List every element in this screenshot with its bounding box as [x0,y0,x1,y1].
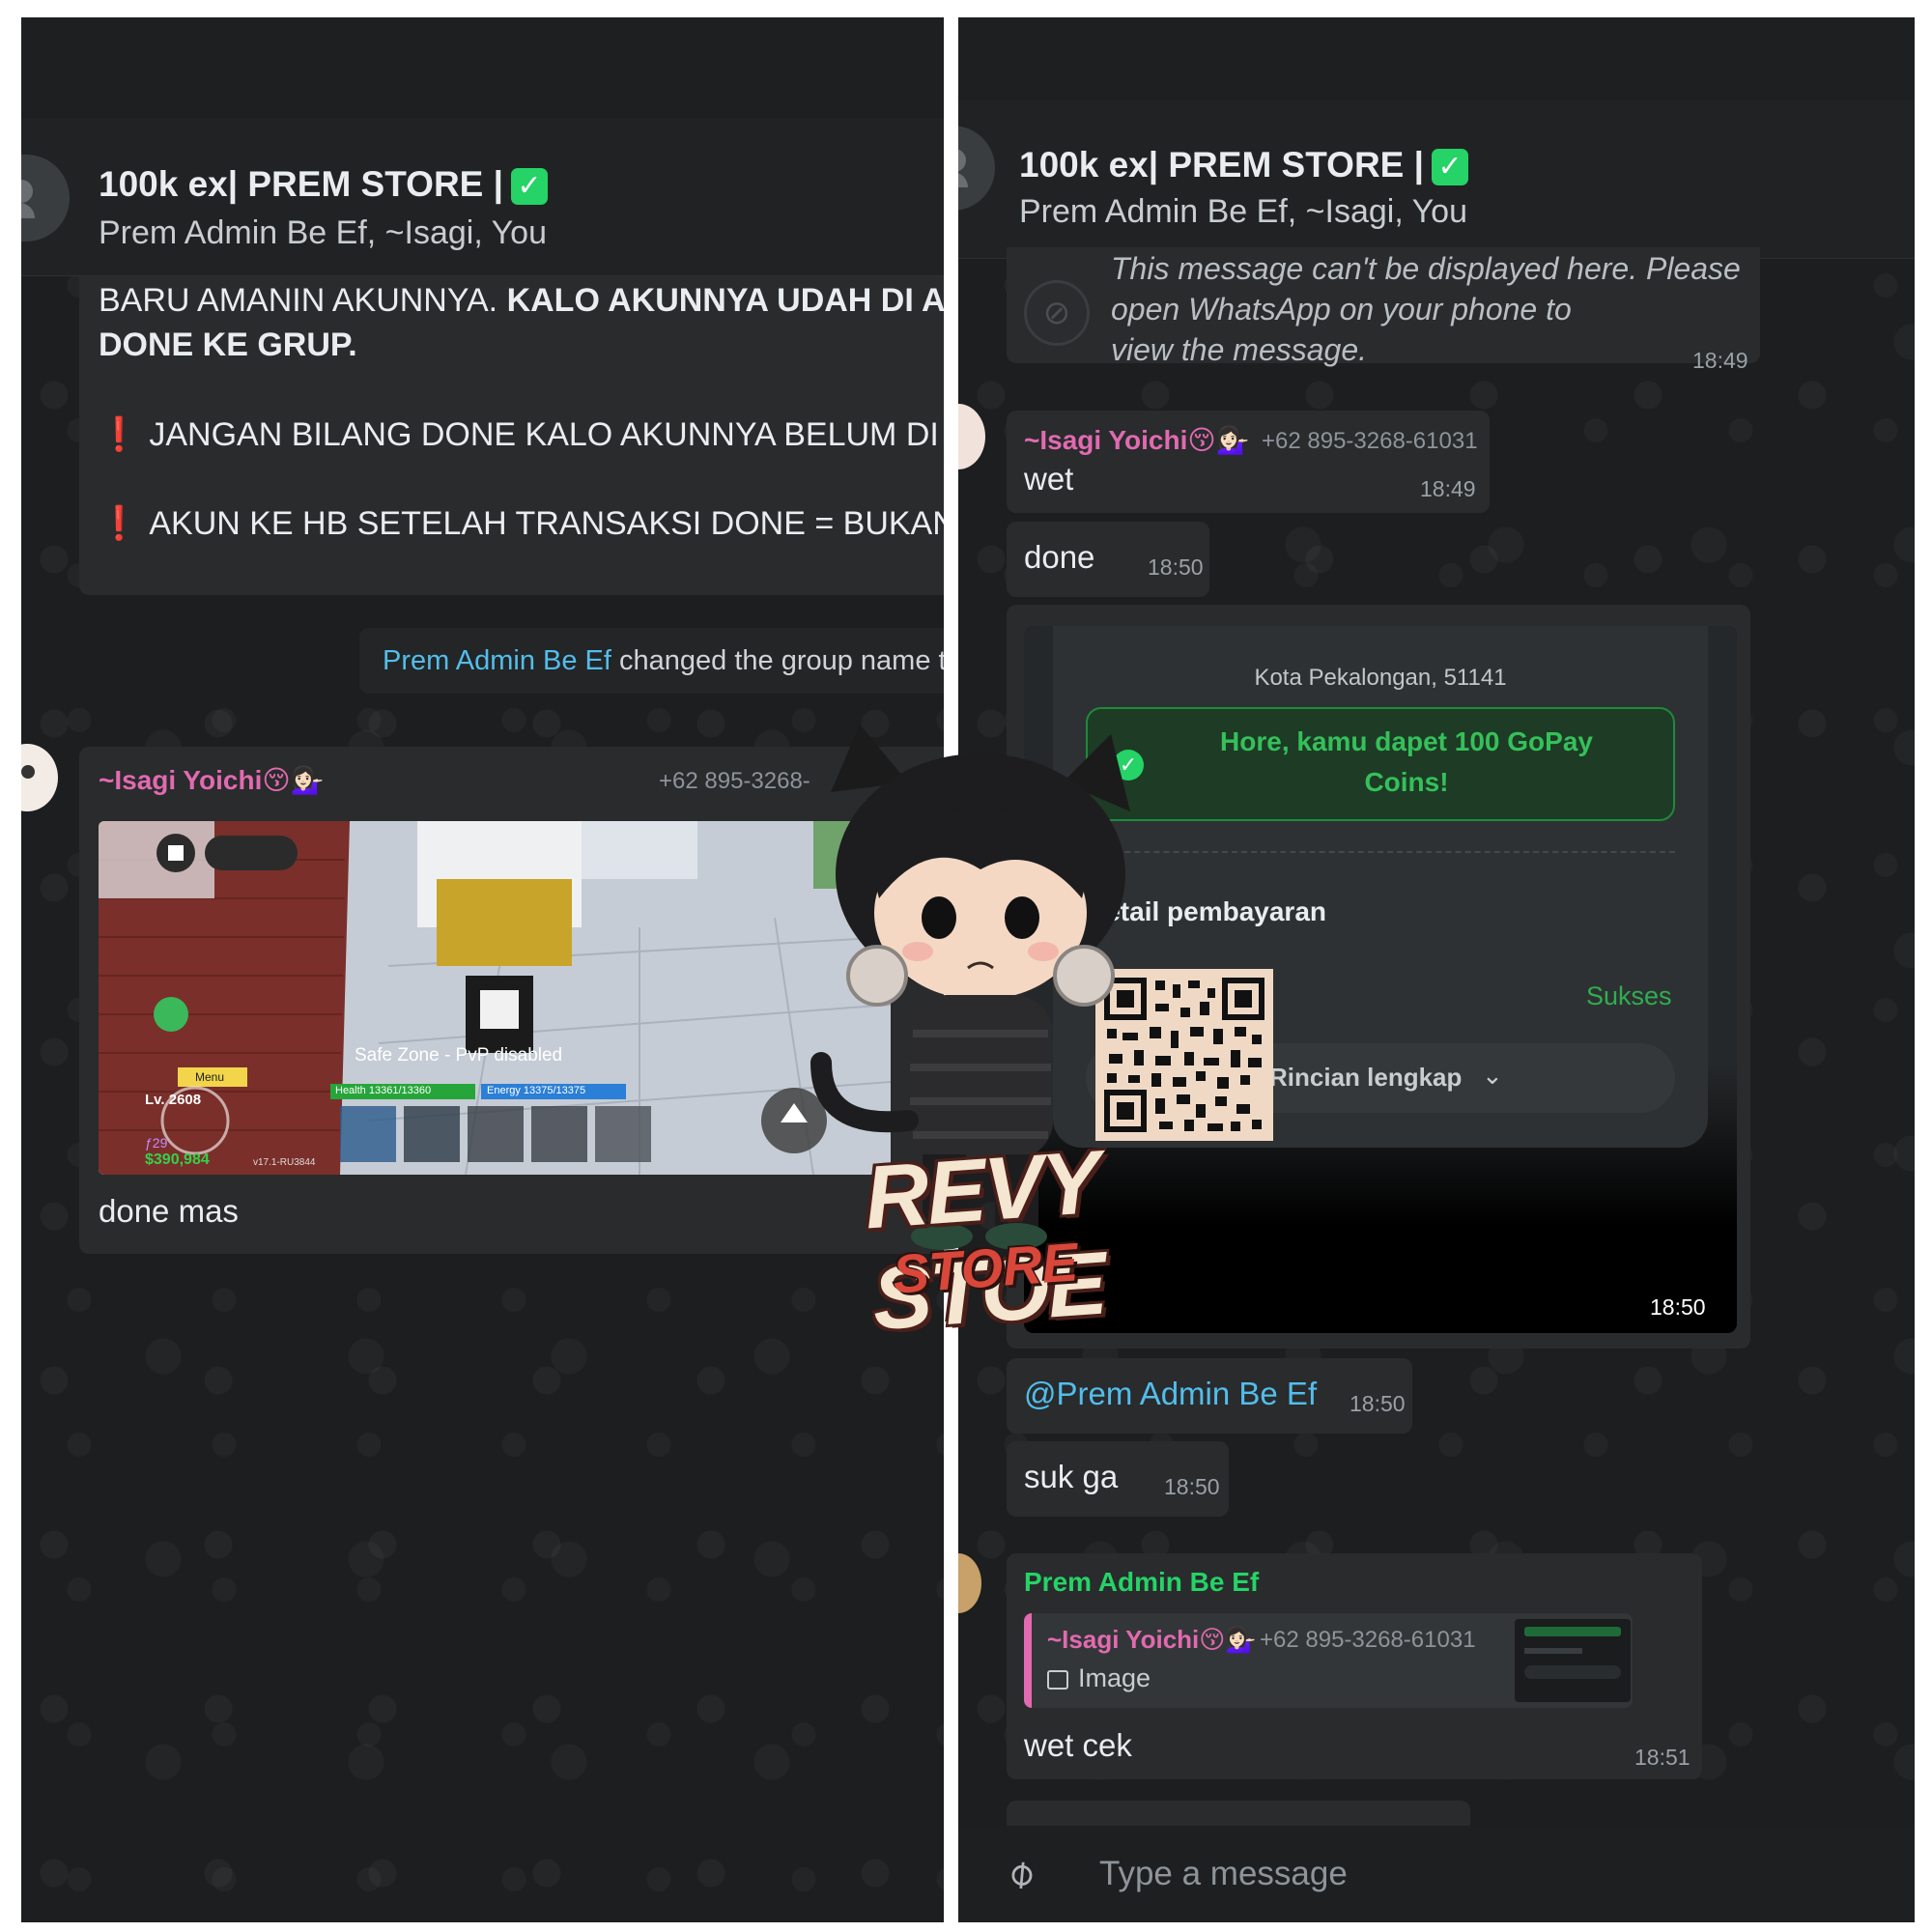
rules-line-3-text: JANGAN BILANG DONE KALO AKUNNYA BELUM DI… [149,416,944,453]
warning-exclamation-icon: ❗ [99,505,140,542]
rules-line-2: DONE KE GRUP. [99,327,357,363]
message-bubble-mention[interactable]: @Prem Admin Be Ef 18:50 [1007,1358,1412,1434]
menu-label: Menu [195,1070,225,1084]
energy-bar-text: Energy 13375/13375 [487,1085,586,1096]
coins-line-1: Hore, kamu dapet 100 GoPay [1220,726,1593,756]
unsupported-line-2: open WhatsApp on your phone to [1111,292,1572,327]
chat-participants: Prem Admin Be Ef, ~Isagi, You [99,214,547,251]
verified-check-icon: ✓ [510,168,548,206]
message-text: wet cek [1024,1727,1132,1763]
rules-line-4-text: AKUN KE HB SETELAH TRANSAKSI DONE = BUKA… [149,505,944,542]
system-actor[interactable]: Prem Admin Be Ef [383,645,611,676]
image-caption: done mas [99,1193,239,1229]
chat-title-text: 100k ex| PREM STORE | [1019,145,1424,185]
rules-line-1-bold: KALO AKUNNYA UDAH DI A [506,282,944,319]
chat-title-text: 100k ex| PREM STORE | [99,164,503,204]
chat-participants: Prem Admin Be Ef, ~Isagi, You [1019,193,1467,230]
chat-title: 100k ex| PREM STORE | ✓ [99,164,548,206]
sender-avatar[interactable] [21,744,58,811]
unsupported-line-1: This message can't be displayed here. Pl… [1111,251,1741,286]
message-bubble-suk-ga[interactable]: suk ga 18:50 [1007,1441,1229,1517]
window-topbar [21,17,944,118]
payment-status: Sukses [1586,981,1672,1010]
quoted-thumbnail [1515,1619,1631,1702]
full-details-label: Rincian lengkap [1269,1063,1463,1092]
rules-line-1: BARU AMANIN AKUNNYA. KALO AKUNNYA UDAH D… [99,282,944,320]
sender-phone: +62 895-3268-61031 [1262,428,1478,454]
quoted-message[interactable]: ~Isagi Yoichi😚💁🏻‍♀️ +62 895-3268-61031 I… [1024,1613,1633,1708]
chat-title: 100k ex| PREM STORE | ✓ [1019,145,1468,186]
fragments-label: ƒ29 [145,1135,168,1151]
system-message: Prem Admin Be Ef changed the group name … [359,628,944,694]
quoted-type-label: Image [1078,1663,1151,1692]
paperclip-icon[interactable]: ⌀ [991,1844,1049,1903]
rules-message-bubble[interactable]: BARU AMANIN AKUNNYA. KALO AKUNNYA UDAH D… [79,276,944,595]
sender-name[interactable]: ~Isagi Yoichi😚💁🏻‍♀️ [99,764,324,796]
rules-line-3: ❗ JANGAN BILANG DONE KALO AKUNNYA BELUM D… [99,415,944,454]
message-time: 18:49 [1692,348,1748,373]
reply-message-bubble[interactable]: Prem Admin Be Ef ~Isagi Yoichi😚💁🏻‍♀️ +62… [1007,1553,1702,1779]
warning-exclamation-icon: ❗ [99,416,140,453]
sender-name[interactable]: Prem Admin Be Ef [1024,1567,1259,1598]
unsupported-line-3: view the message. [1111,332,1368,367]
sender-avatar[interactable] [958,404,985,469]
rules-line-4: ❗ AKUN KE HB SETELAH TRANSAKSI DONE = BUK… [99,504,944,543]
system-text: changed the group name to [611,645,944,676]
rules-line-1-text: BARU AMANIN AKUNNYA. [99,282,507,319]
money-label: $390,984 [145,1151,210,1168]
blocked-icon: ⊘ [1024,280,1090,346]
group-avatar[interactable] [958,126,995,211]
unsupported-message-bubble[interactable]: ⊘ This message can't be displayed here. … [1007,247,1760,373]
message-time: 18:50 [1148,554,1204,580]
message-text: suk ga [1024,1459,1119,1494]
message-bubble-done[interactable]: done 18:50 [1007,522,1209,597]
message-time: 18:51 [1634,1745,1690,1770]
verified-check-icon: ✓ [1431,149,1468,186]
safe-zone-text: Safe Zone - PvP disabled [355,1045,563,1065]
message-text: done [1024,539,1095,575]
quoted-phone: +62 895-3268-61031 [1260,1627,1476,1653]
chat-header[interactable]: 100k ex| PREM STORE | ✓ Prem Admin Be Ef,… [958,100,1915,259]
chat-header[interactable]: 100k ex| PREM STORE | ✓ Prem Admin Be Ef,… [21,118,944,276]
group-avatar[interactable] [21,155,70,242]
sender-avatar[interactable] [958,1553,981,1613]
quoted-sender: ~Isagi Yoichi😚💁🏻‍♀️ [1047,1625,1257,1654]
version-label: v17.1-RU3844 [253,1157,316,1168]
message-input[interactable]: Type a message [1099,1855,1348,1893]
mention-link[interactable]: @Prem Admin Be Ef [1024,1376,1317,1412]
message-text: wet [1024,461,1074,497]
chevron-down-icon: ⌄ [1482,1061,1503,1090]
message-time: 18:50 [1650,1294,1706,1320]
message-time: 18:49 [1420,476,1476,501]
sender-name[interactable]: ~Isagi Yoichi😚💁🏻‍♀️ [1024,424,1249,456]
watermark-logo: REVY STOE STORE [763,715,1208,1349]
image-icon [1047,1669,1068,1690]
coins-line-2: Coins! [1364,767,1449,797]
message-bubble-wet[interactable]: ~Isagi Yoichi😚💁🏻‍♀️ +62 895-3268-61031 w… [1007,411,1490,513]
payment-city: Kota Pekalongan, 51141 [1254,665,1507,691]
level-label: Lv. 2608 [145,1092,202,1108]
health-bar-text: Health 13361/13360 [335,1085,432,1096]
message-composer: ⌀ Type a message [958,1826,1915,1922]
window-topbar [958,17,1915,100]
quoted-type: Image [1047,1663,1151,1693]
message-time: 18:50 [1350,1391,1406,1416]
message-time: 18:50 [1164,1474,1220,1499]
